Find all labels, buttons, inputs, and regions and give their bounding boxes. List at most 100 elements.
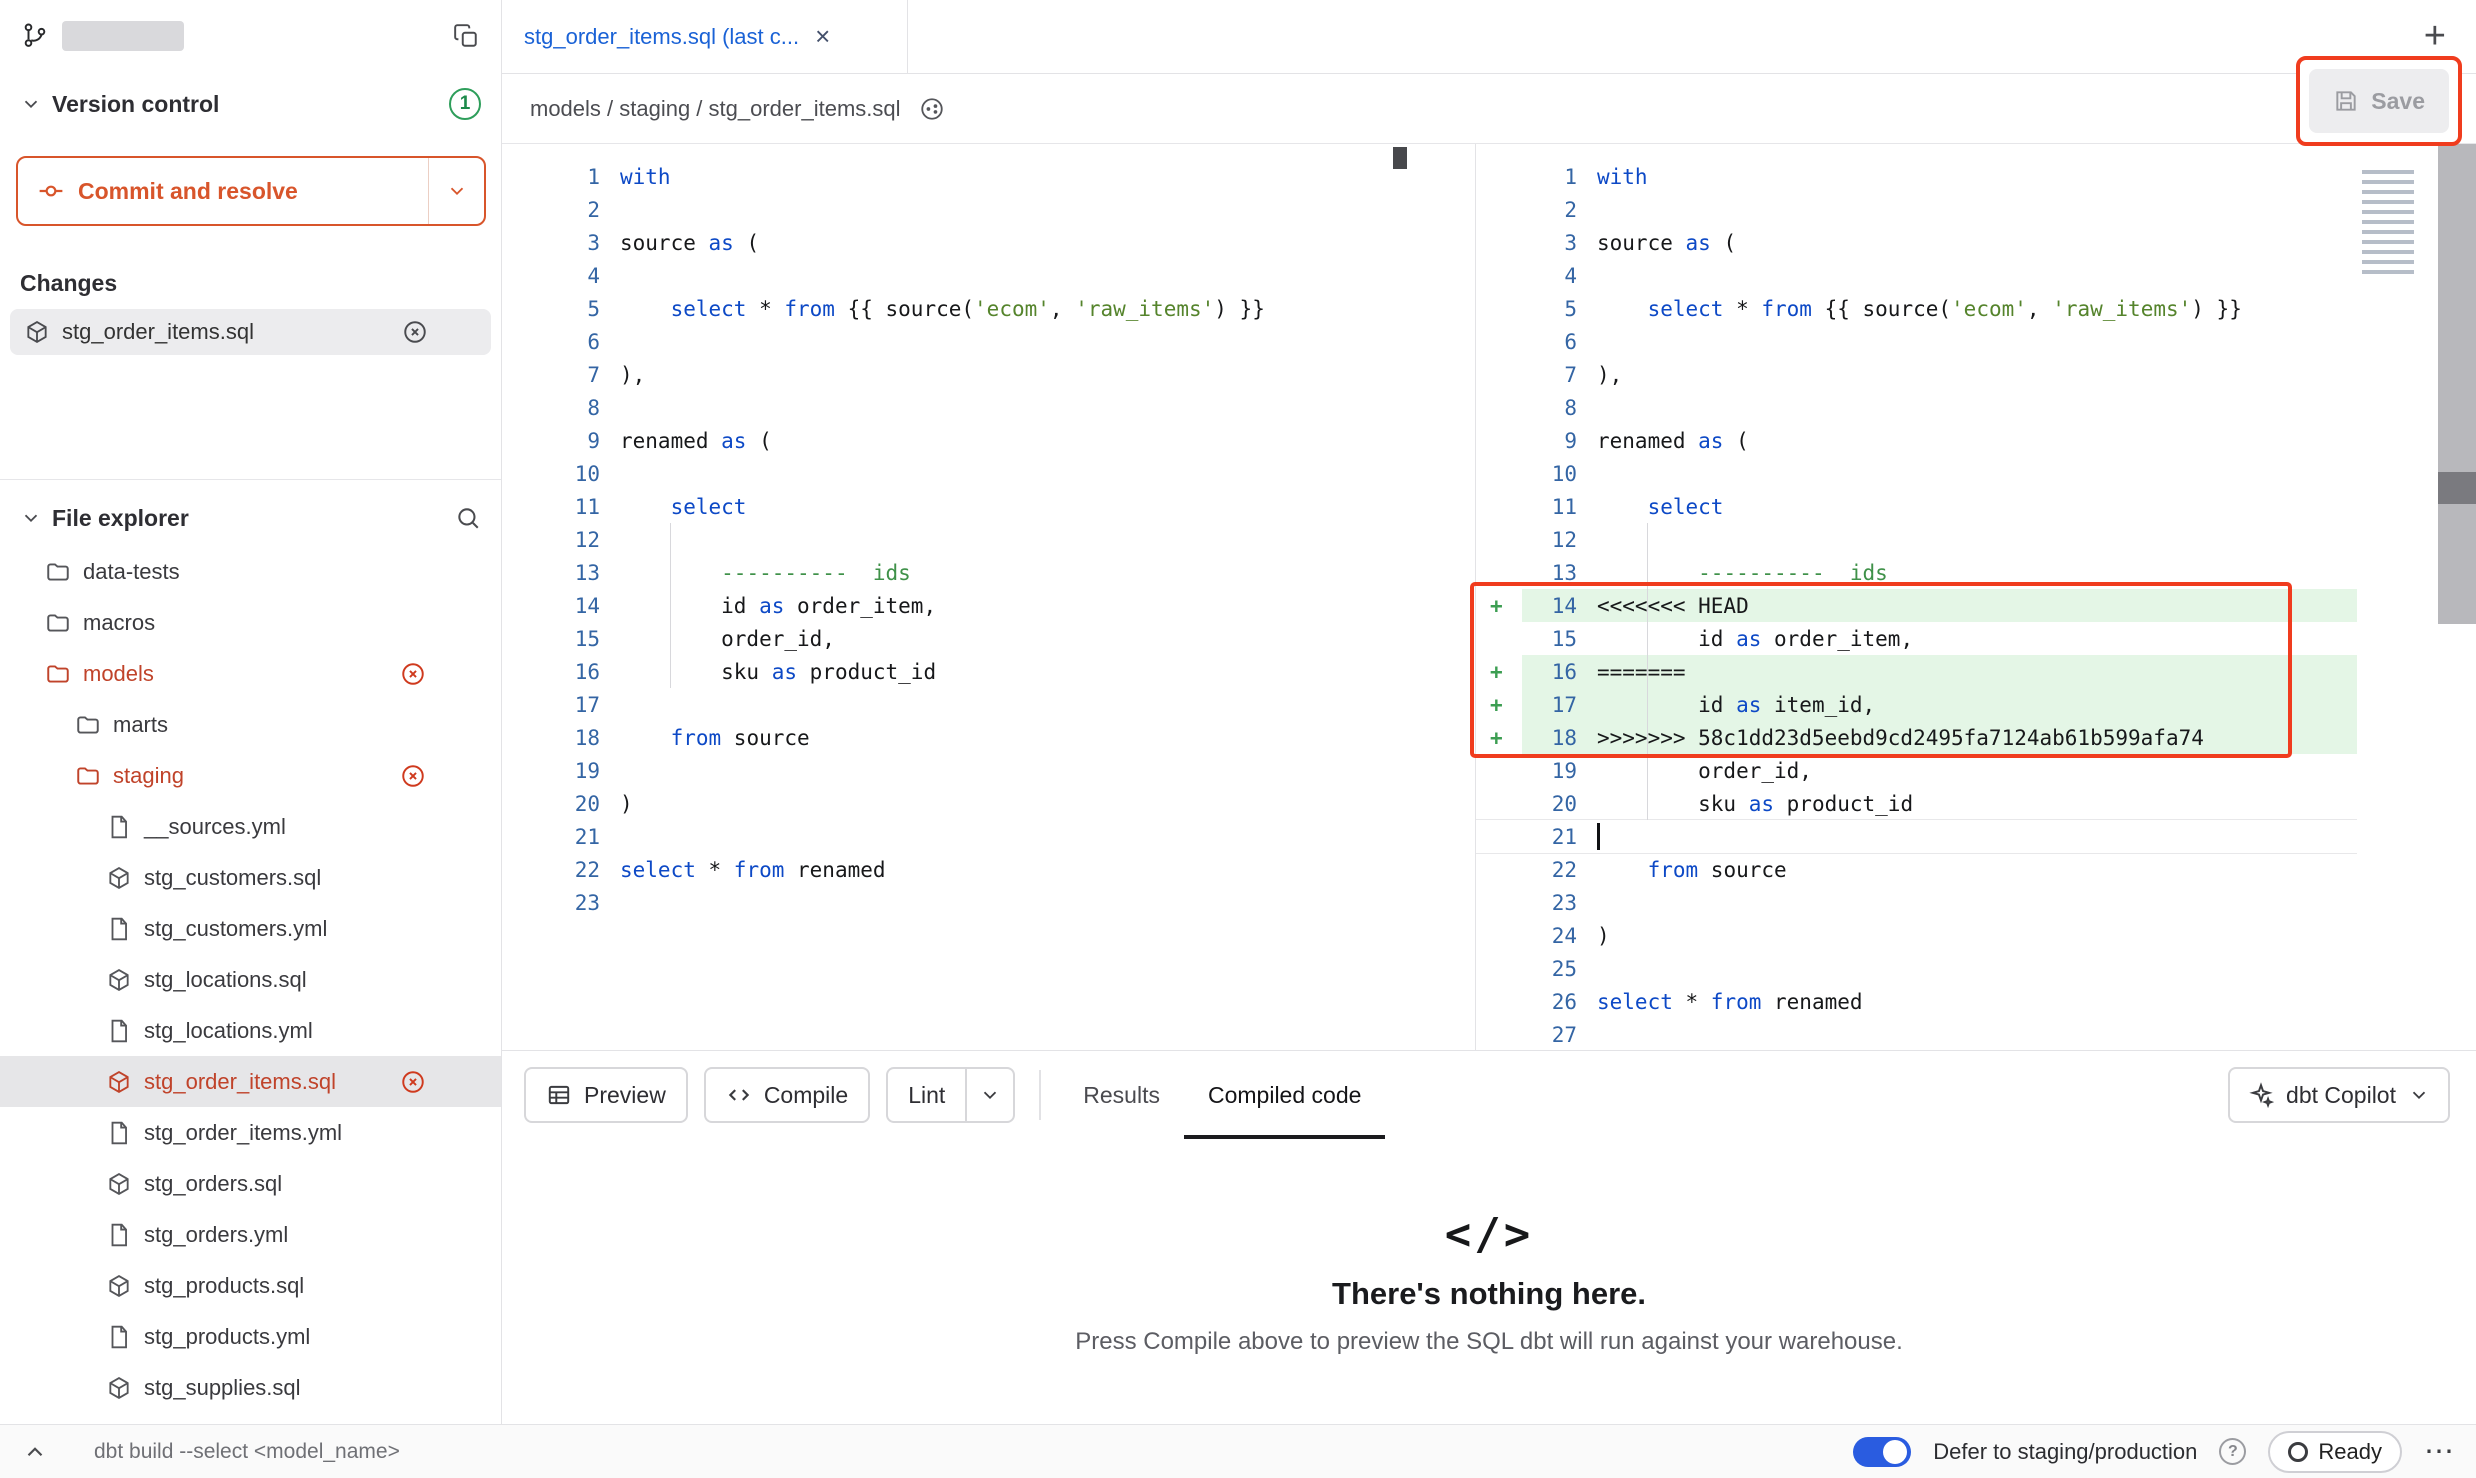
git-commit-icon bbox=[38, 178, 64, 204]
code-line-3[interactable]: 3source as ( bbox=[502, 226, 1475, 259]
ready-status-badge[interactable]: Ready bbox=[2268, 1431, 2402, 1473]
code-line-6[interactable]: 6 bbox=[502, 325, 1475, 358]
code-line-11[interactable]: 11 select bbox=[502, 490, 1475, 523]
code-line-27[interactable]: 27 bbox=[1476, 1018, 2357, 1050]
code-line-22[interactable]: 22 from source bbox=[1476, 853, 2357, 886]
code-line-4[interactable]: 4 bbox=[1476, 259, 2357, 292]
code-line-9[interactable]: 9renamed as ( bbox=[1476, 424, 2357, 457]
code-line-23[interactable]: 23 bbox=[502, 886, 1475, 919]
file-item-stg_products.sql[interactable]: stg_products.sql bbox=[0, 1260, 501, 1311]
commit-options-caret[interactable] bbox=[428, 158, 484, 224]
file-item-stg_order_items.sql[interactable]: stg_order_items.sql bbox=[0, 1056, 501, 1107]
editor-pane-right[interactable]: 1with23source as (45 select * from {{ so… bbox=[1475, 144, 2357, 1050]
code-line-13[interactable]: 13 ---------- ids bbox=[502, 556, 1475, 589]
git-branch-icon[interactable] bbox=[22, 23, 48, 49]
preview-button[interactable]: Preview bbox=[524, 1067, 688, 1123]
lineage-icon[interactable] bbox=[919, 96, 945, 122]
code-line-19[interactable]: 19 bbox=[502, 754, 1475, 787]
search-icon[interactable] bbox=[455, 505, 481, 531]
command-hint[interactable]: dbt build --select <model_name> bbox=[94, 1440, 400, 1464]
code-line-21[interactable]: 21 bbox=[502, 820, 1475, 853]
scrollbar-thumb[interactable] bbox=[2438, 472, 2476, 504]
code-line-4[interactable]: 4 bbox=[502, 259, 1475, 292]
code-line-25[interactable]: 25 bbox=[1476, 952, 2357, 985]
file-item-stg_supplies.sql[interactable]: stg_supplies.sql bbox=[0, 1362, 501, 1413]
code-line-13[interactable]: 13 ---------- ids bbox=[1476, 556, 2357, 589]
code-line-16[interactable]: +16======= bbox=[1476, 655, 2357, 688]
commit-and-resolve-button[interactable]: Commit and resolve bbox=[16, 156, 486, 226]
code-line-7[interactable]: 7), bbox=[502, 358, 1475, 391]
code-line-8[interactable]: 8 bbox=[502, 391, 1475, 424]
lint-options-caret[interactable] bbox=[965, 1069, 1013, 1121]
code-line-24[interactable]: 24) bbox=[1476, 919, 2357, 952]
tab-results[interactable]: Results bbox=[1059, 1051, 1184, 1139]
code-line-14[interactable]: +14<<<<<<< HEAD bbox=[1476, 589, 2357, 622]
file-item-stg_customers.yml[interactable]: stg_customers.yml bbox=[0, 903, 501, 954]
file-item-stg_orders.sql[interactable]: stg_orders.sql bbox=[0, 1158, 501, 1209]
tab-close-icon[interactable]: × bbox=[815, 21, 830, 52]
file-item-stg_customers.sql[interactable]: stg_customers.sql bbox=[0, 852, 501, 903]
file-item-stg_locations.yml[interactable]: stg_locations.yml bbox=[0, 1005, 501, 1056]
right-editor-scrollbar[interactable] bbox=[2438, 144, 2476, 624]
minimap[interactable] bbox=[2362, 170, 2414, 278]
code-line-17[interactable]: +17 id as item_id, bbox=[1476, 688, 2357, 721]
code-line-14[interactable]: 14 id as order_item, bbox=[502, 589, 1475, 622]
code-line-2[interactable]: 2 bbox=[502, 193, 1475, 226]
code-line-15[interactable]: 15 order_id, bbox=[502, 622, 1475, 655]
file-item-staging[interactable]: staging bbox=[0, 750, 501, 801]
editor-pane-left[interactable]: 1with23source as (45 select * from {{ so… bbox=[502, 144, 1475, 1050]
code-line-5[interactable]: 5 select * from {{ source('ecom', 'raw_i… bbox=[1476, 292, 2357, 325]
code-line-7[interactable]: 7), bbox=[1476, 358, 2357, 391]
code-line-21[interactable]: 21 bbox=[1476, 820, 2357, 853]
tab-stg-order-items[interactable]: stg_order_items.sql (last c... × bbox=[502, 0, 908, 73]
code-line-12[interactable]: 12 bbox=[502, 523, 1475, 556]
code-line-12[interactable]: 12 bbox=[1476, 523, 2357, 556]
chevron-up-icon[interactable] bbox=[22, 1439, 48, 1465]
lint-button[interactable]: Lint bbox=[888, 1069, 965, 1121]
code-line-3[interactable]: 3source as ( bbox=[1476, 226, 2357, 259]
code-line-10[interactable]: 10 bbox=[502, 457, 1475, 490]
code-line-23[interactable]: 23 bbox=[1476, 886, 2357, 919]
code-line-26[interactable]: 26select * from renamed bbox=[1476, 985, 2357, 1018]
code-line-5[interactable]: 5 select * from {{ source('ecom', 'raw_i… bbox=[502, 292, 1475, 325]
code-line-11[interactable]: 11 select bbox=[1476, 490, 2357, 523]
code-line-20[interactable]: 20) bbox=[502, 787, 1475, 820]
code-line-1[interactable]: 1with bbox=[502, 160, 1475, 193]
file-item-stg_orders.yml[interactable]: stg_orders.yml bbox=[0, 1209, 501, 1260]
file-item-__sources.yml[interactable]: __sources.yml bbox=[0, 801, 501, 852]
code-line-17[interactable]: 17 bbox=[502, 688, 1475, 721]
code-line-10[interactable]: 10 bbox=[1476, 457, 2357, 490]
code-line-2[interactable]: 2 bbox=[1476, 193, 2357, 226]
code-line-20[interactable]: 20 sku as product_id bbox=[1476, 787, 2357, 820]
version-control-header[interactable]: Version control 1 bbox=[0, 78, 501, 130]
code-line-22[interactable]: 22select * from renamed bbox=[502, 853, 1475, 886]
code-line-16[interactable]: 16 sku as product_id bbox=[502, 655, 1475, 688]
file-item-stg_products.yml[interactable]: stg_products.yml bbox=[0, 1311, 501, 1362]
new-tab-button[interactable]: + bbox=[2424, 15, 2446, 58]
save-button[interactable]: Save bbox=[2309, 69, 2449, 133]
changed-file-item[interactable]: stg_order_items.sql bbox=[10, 309, 491, 355]
code-line-1[interactable]: 1with bbox=[1476, 160, 2357, 193]
help-icon[interactable]: ? bbox=[2219, 1438, 2246, 1465]
file-item-data-tests[interactable]: data-tests bbox=[0, 546, 501, 597]
code-line-18[interactable]: +18>>>>>>> 58c1dd23d5eebd9cd2495fa7124ab… bbox=[1476, 721, 2357, 754]
left-editor-scrollbar-thumb[interactable] bbox=[1393, 147, 1407, 169]
file-explorer-header[interactable]: File explorer bbox=[0, 492, 501, 544]
tab-compiled-code[interactable]: Compiled code bbox=[1184, 1051, 1385, 1139]
compile-button[interactable]: Compile bbox=[704, 1067, 870, 1123]
code-line-8[interactable]: 8 bbox=[1476, 391, 2357, 424]
code-line-15[interactable]: 15 id as order_item, bbox=[1476, 622, 2357, 655]
code-line-6[interactable]: 6 bbox=[1476, 325, 2357, 358]
file-item-stg_locations.sql[interactable]: stg_locations.sql bbox=[0, 954, 501, 1005]
file-item-macros[interactable]: macros bbox=[0, 597, 501, 648]
file-item-models[interactable]: models bbox=[0, 648, 501, 699]
file-item-marts[interactable]: marts bbox=[0, 699, 501, 750]
defer-toggle[interactable] bbox=[1853, 1437, 1911, 1467]
file-item-stg_order_items.yml[interactable]: stg_order_items.yml bbox=[0, 1107, 501, 1158]
code-line-9[interactable]: 9renamed as ( bbox=[502, 424, 1475, 457]
dbt-copilot-button[interactable]: dbt Copilot bbox=[2228, 1067, 2450, 1123]
code-line-19[interactable]: 19 order_id, bbox=[1476, 754, 2357, 787]
overflow-menu-icon[interactable]: ⋯ bbox=[2424, 1434, 2454, 1469]
code-line-18[interactable]: 18 from source bbox=[502, 721, 1475, 754]
copy-icon[interactable] bbox=[453, 23, 479, 49]
